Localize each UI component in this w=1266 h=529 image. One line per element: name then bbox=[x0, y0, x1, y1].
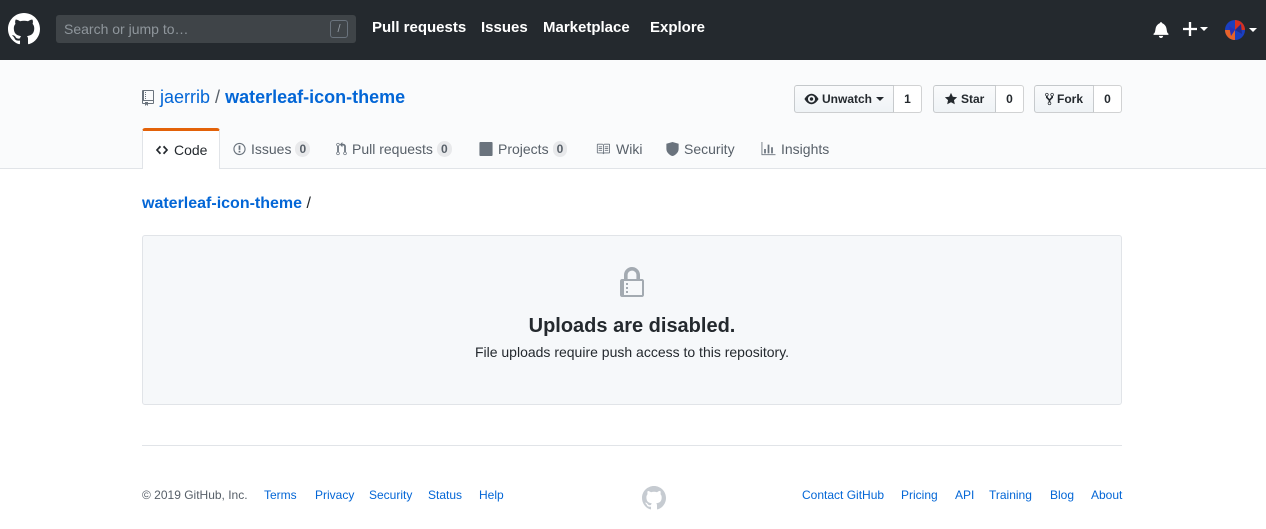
footer-link-terms[interactable]: Terms bbox=[264, 488, 297, 502]
fork-button-group: Fork 0 bbox=[1034, 85, 1122, 113]
blankslate-description: File uploads require push access to this… bbox=[474, 344, 790, 360]
repo-title: jaerrib / waterleaf-icon-theme bbox=[160, 87, 405, 108]
uploads-disabled-blankslate: Uploads are disabled. File uploads requi… bbox=[142, 235, 1122, 405]
star-icon bbox=[944, 92, 958, 105]
nav-marketplace[interactable]: Marketplace bbox=[543, 19, 630, 36]
breadcrumb: waterleaf-icon-theme / bbox=[142, 195, 311, 213]
book-icon bbox=[596, 143, 610, 154]
breadcrumb-repo-link[interactable]: waterleaf-icon-theme bbox=[142, 195, 302, 212]
star-button-group: Star 0 bbox=[933, 85, 1024, 113]
footer-link-security[interactable]: Security bbox=[369, 488, 412, 502]
nav-pull-requests[interactable]: Pull requests bbox=[372, 19, 466, 36]
footer-link-pricing[interactable]: Pricing bbox=[901, 488, 938, 502]
eye-icon bbox=[804, 93, 819, 105]
repo-owner-link[interactable]: jaerrib bbox=[160, 87, 210, 107]
tab-code[interactable]: Code bbox=[142, 128, 221, 169]
fork-button[interactable]: Fork bbox=[1034, 85, 1094, 113]
code-icon bbox=[155, 145, 169, 155]
project-icon bbox=[479, 141, 493, 156]
footer-link-api[interactable]: API bbox=[955, 488, 974, 502]
footer-link-training[interactable]: Training bbox=[989, 488, 1032, 502]
tab-label: Pull requests bbox=[352, 140, 433, 157]
github-mark-icon[interactable] bbox=[642, 486, 666, 510]
fork-label: Fork bbox=[1056, 92, 1083, 106]
graph-icon bbox=[761, 141, 776, 155]
tab-label: Insights bbox=[781, 140, 830, 157]
footer-divider bbox=[142, 445, 1122, 446]
tab-pull-requests[interactable]: Pull requests 0 bbox=[336, 128, 452, 169]
footer-link-help[interactable]: Help bbox=[479, 488, 504, 502]
lock-icon bbox=[620, 267, 644, 297]
tab-projects[interactable]: Projects 0 bbox=[479, 128, 568, 169]
tab-label: Projects bbox=[498, 140, 549, 157]
star-button[interactable]: Star bbox=[933, 85, 996, 113]
footer-link-privacy[interactable]: Privacy bbox=[315, 488, 354, 502]
footer-link-contact-github[interactable]: Contact GitHub bbox=[802, 488, 884, 502]
bell-icon[interactable] bbox=[1153, 21, 1169, 38]
avatar[interactable] bbox=[1225, 20, 1245, 40]
tab-wiki[interactable]: Wiki bbox=[595, 128, 642, 169]
pull-requests-counter: 0 bbox=[436, 140, 452, 157]
tab-label: Wiki bbox=[616, 140, 643, 157]
tab-security[interactable]: Security bbox=[666, 128, 735, 169]
star-label: Star bbox=[961, 92, 985, 106]
repo-forked-icon bbox=[1045, 92, 1054, 106]
nav-explore[interactable]: Explore bbox=[650, 19, 705, 36]
breadcrumb-separator: / bbox=[306, 195, 311, 212]
stargazers-count[interactable]: 0 bbox=[996, 85, 1024, 113]
tab-issues[interactable]: Issues 0 bbox=[233, 128, 311, 169]
issue-opened-icon bbox=[233, 142, 246, 155]
repo-header: jaerrib / waterleaf-icon-theme Unwatch 1… bbox=[0, 60, 1266, 169]
unwatch-button[interactable]: Unwatch bbox=[794, 85, 894, 113]
watch-button-group: Unwatch 1 bbox=[794, 85, 922, 113]
repo-icon bbox=[142, 90, 154, 106]
footer-link-status[interactable]: Status bbox=[428, 488, 462, 502]
github-logo-icon[interactable] bbox=[8, 13, 40, 45]
watchers-count[interactable]: 1 bbox=[894, 85, 922, 113]
chevron-down-icon bbox=[876, 97, 884, 101]
unwatch-label: Unwatch bbox=[821, 92, 872, 106]
chevron-down-icon bbox=[1249, 28, 1257, 32]
footer-link-about[interactable]: About bbox=[1091, 488, 1122, 502]
search-input[interactable] bbox=[56, 15, 356, 43]
git-pull-request-icon bbox=[336, 141, 347, 155]
tab-label: Issues bbox=[251, 140, 292, 157]
repo-name-link[interactable]: waterleaf-icon-theme bbox=[225, 87, 405, 107]
search-box[interactable]: / bbox=[56, 15, 356, 43]
footer-link-blog[interactable]: Blog bbox=[1050, 488, 1074, 502]
repo-title-separator: / bbox=[215, 87, 221, 107]
blankslate-title: Uploads are disabled. bbox=[528, 315, 736, 337]
projects-counter: 0 bbox=[552, 140, 568, 157]
forks-count[interactable]: 0 bbox=[1094, 85, 1122, 113]
chevron-down-icon bbox=[1200, 27, 1208, 31]
tab-insights[interactable]: Insights bbox=[761, 128, 829, 169]
plus-icon[interactable] bbox=[1183, 22, 1197, 36]
search-shortcut-hint: / bbox=[330, 20, 348, 38]
tab-label: Code bbox=[174, 142, 208, 158]
footer-copyright: © 2019 GitHub, Inc. bbox=[142, 488, 248, 502]
nav-issues[interactable]: Issues bbox=[481, 19, 528, 36]
issues-counter: 0 bbox=[295, 140, 311, 157]
tab-label: Security bbox=[684, 140, 735, 157]
shield-icon bbox=[666, 141, 679, 156]
global-header: / Pull requests Issues Marketplace Explo… bbox=[0, 0, 1266, 60]
